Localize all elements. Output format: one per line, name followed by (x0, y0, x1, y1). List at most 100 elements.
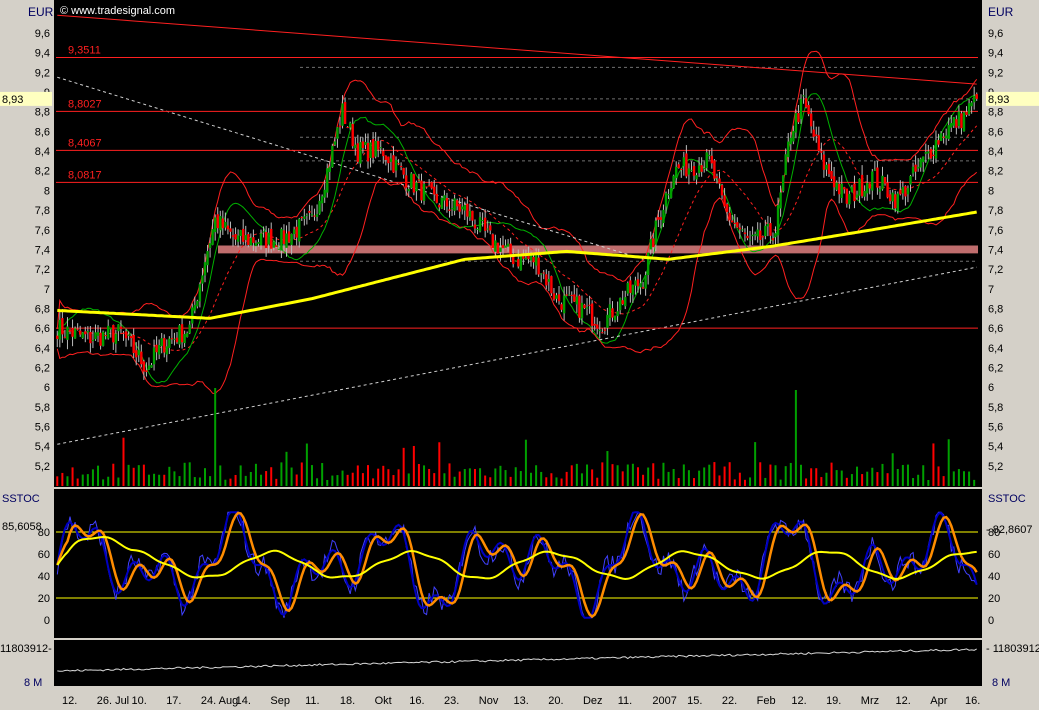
candle-body (298, 218, 301, 242)
left-price-tick: 7,2 (35, 264, 50, 276)
candle-body (545, 274, 548, 286)
volume-bar (71, 467, 74, 486)
volume-bar (621, 471, 624, 486)
candle-body (957, 111, 961, 127)
candle-body (201, 275, 204, 284)
candle-body (886, 182, 889, 198)
candle-body (687, 168, 691, 175)
volume-bar (361, 473, 364, 486)
volume-bar (636, 467, 639, 486)
candle-body (361, 141, 365, 149)
x-axis-label: 15. (687, 695, 702, 707)
volume-line-panel[interactable] (54, 640, 982, 686)
right-price-tick: 6,4 (988, 343, 1003, 355)
candle-body (962, 112, 966, 132)
candle-body (206, 251, 209, 266)
x-axis-label: Mrz (861, 695, 879, 707)
volume-bar (896, 468, 899, 486)
volume-bar (254, 463, 257, 486)
candle-body (784, 154, 787, 175)
candle-body (81, 332, 84, 339)
candle-body (807, 105, 810, 115)
candle-body (598, 329, 601, 332)
candle-body (590, 303, 594, 326)
candle-body (101, 331, 105, 346)
candle-body (326, 168, 329, 193)
volume-bar (672, 468, 675, 486)
candle-body (486, 228, 489, 230)
candle-body (837, 183, 841, 195)
candle-body (776, 205, 780, 236)
candle-body (955, 119, 958, 128)
right-price-tick: 9,4 (988, 48, 1003, 60)
right-price-tick: 7,6 (988, 225, 1003, 237)
volume-bar (530, 472, 533, 486)
candle-body (608, 304, 612, 318)
volume-bar (81, 474, 84, 486)
candle-body (496, 242, 500, 254)
candle-body (677, 164, 680, 169)
left-price-tick: 8,2 (35, 166, 50, 178)
candle-body (483, 217, 487, 231)
volume-bar (891, 453, 894, 486)
candle-body (135, 350, 138, 358)
candle-body (825, 164, 828, 170)
candle-body (588, 304, 591, 306)
candle-body (881, 175, 884, 190)
price-panel[interactable] (54, 0, 982, 487)
level-label: 8,0817 (68, 169, 102, 181)
level-label: 8,8027 (68, 98, 102, 110)
candle-body (389, 158, 393, 162)
candle-body (193, 304, 197, 311)
candle-body (73, 328, 77, 339)
candle-body (229, 228, 232, 232)
candle-body (226, 225, 230, 230)
candle-body (387, 156, 390, 164)
candle-body (280, 228, 283, 251)
candle-body (624, 297, 627, 307)
candle-body (748, 239, 752, 241)
volume-bar (86, 474, 89, 486)
x-axis-label: 13. (514, 695, 529, 707)
candle-body (180, 324, 184, 343)
x-axis-label: 17. (166, 695, 181, 707)
left-stoch-tick: 0 (44, 615, 50, 627)
volume-bar (209, 476, 212, 486)
candle-body (112, 325, 115, 343)
left-price-tick: 8 (44, 185, 50, 197)
volume-bar (275, 478, 278, 486)
candle-body (835, 182, 838, 190)
candle-body (947, 125, 950, 140)
volume-bar (397, 469, 400, 486)
candle-body (234, 234, 237, 240)
left-stoch-tick: 20 (38, 593, 50, 605)
volume-bar (316, 478, 319, 486)
candle-body (175, 337, 179, 343)
candle-body (715, 176, 719, 178)
candle-body (168, 338, 171, 348)
volume-bottom-label: 8 M (24, 677, 42, 689)
x-axis-label: Dez (583, 695, 603, 707)
candle-body (685, 153, 688, 177)
candle-body (359, 142, 362, 164)
right-price-tick: 6,6 (988, 323, 1003, 335)
candle-body (799, 98, 803, 119)
volume-bar (799, 464, 802, 486)
candle-body (662, 209, 665, 224)
volume-bar (66, 476, 69, 486)
candle-body (213, 217, 217, 233)
x-axis-label: 16. (965, 695, 980, 707)
candle-body (285, 233, 288, 248)
candle-body (860, 174, 864, 197)
candle-body (150, 364, 153, 368)
chart-canvas[interactable]: 9,35118,80278,40678,0817 9,6 9,69,4 9,49,2… (0, 0, 1039, 710)
candle-body (855, 194, 859, 198)
level-label: 8,4067 (68, 137, 102, 149)
right-price-tick: 8,2 (988, 166, 1003, 178)
volume-bar (336, 475, 339, 486)
candle-body (659, 217, 663, 220)
volume-bar (392, 475, 395, 486)
candle-body (405, 175, 408, 188)
candle-body (950, 123, 953, 128)
candle-body (766, 223, 770, 227)
